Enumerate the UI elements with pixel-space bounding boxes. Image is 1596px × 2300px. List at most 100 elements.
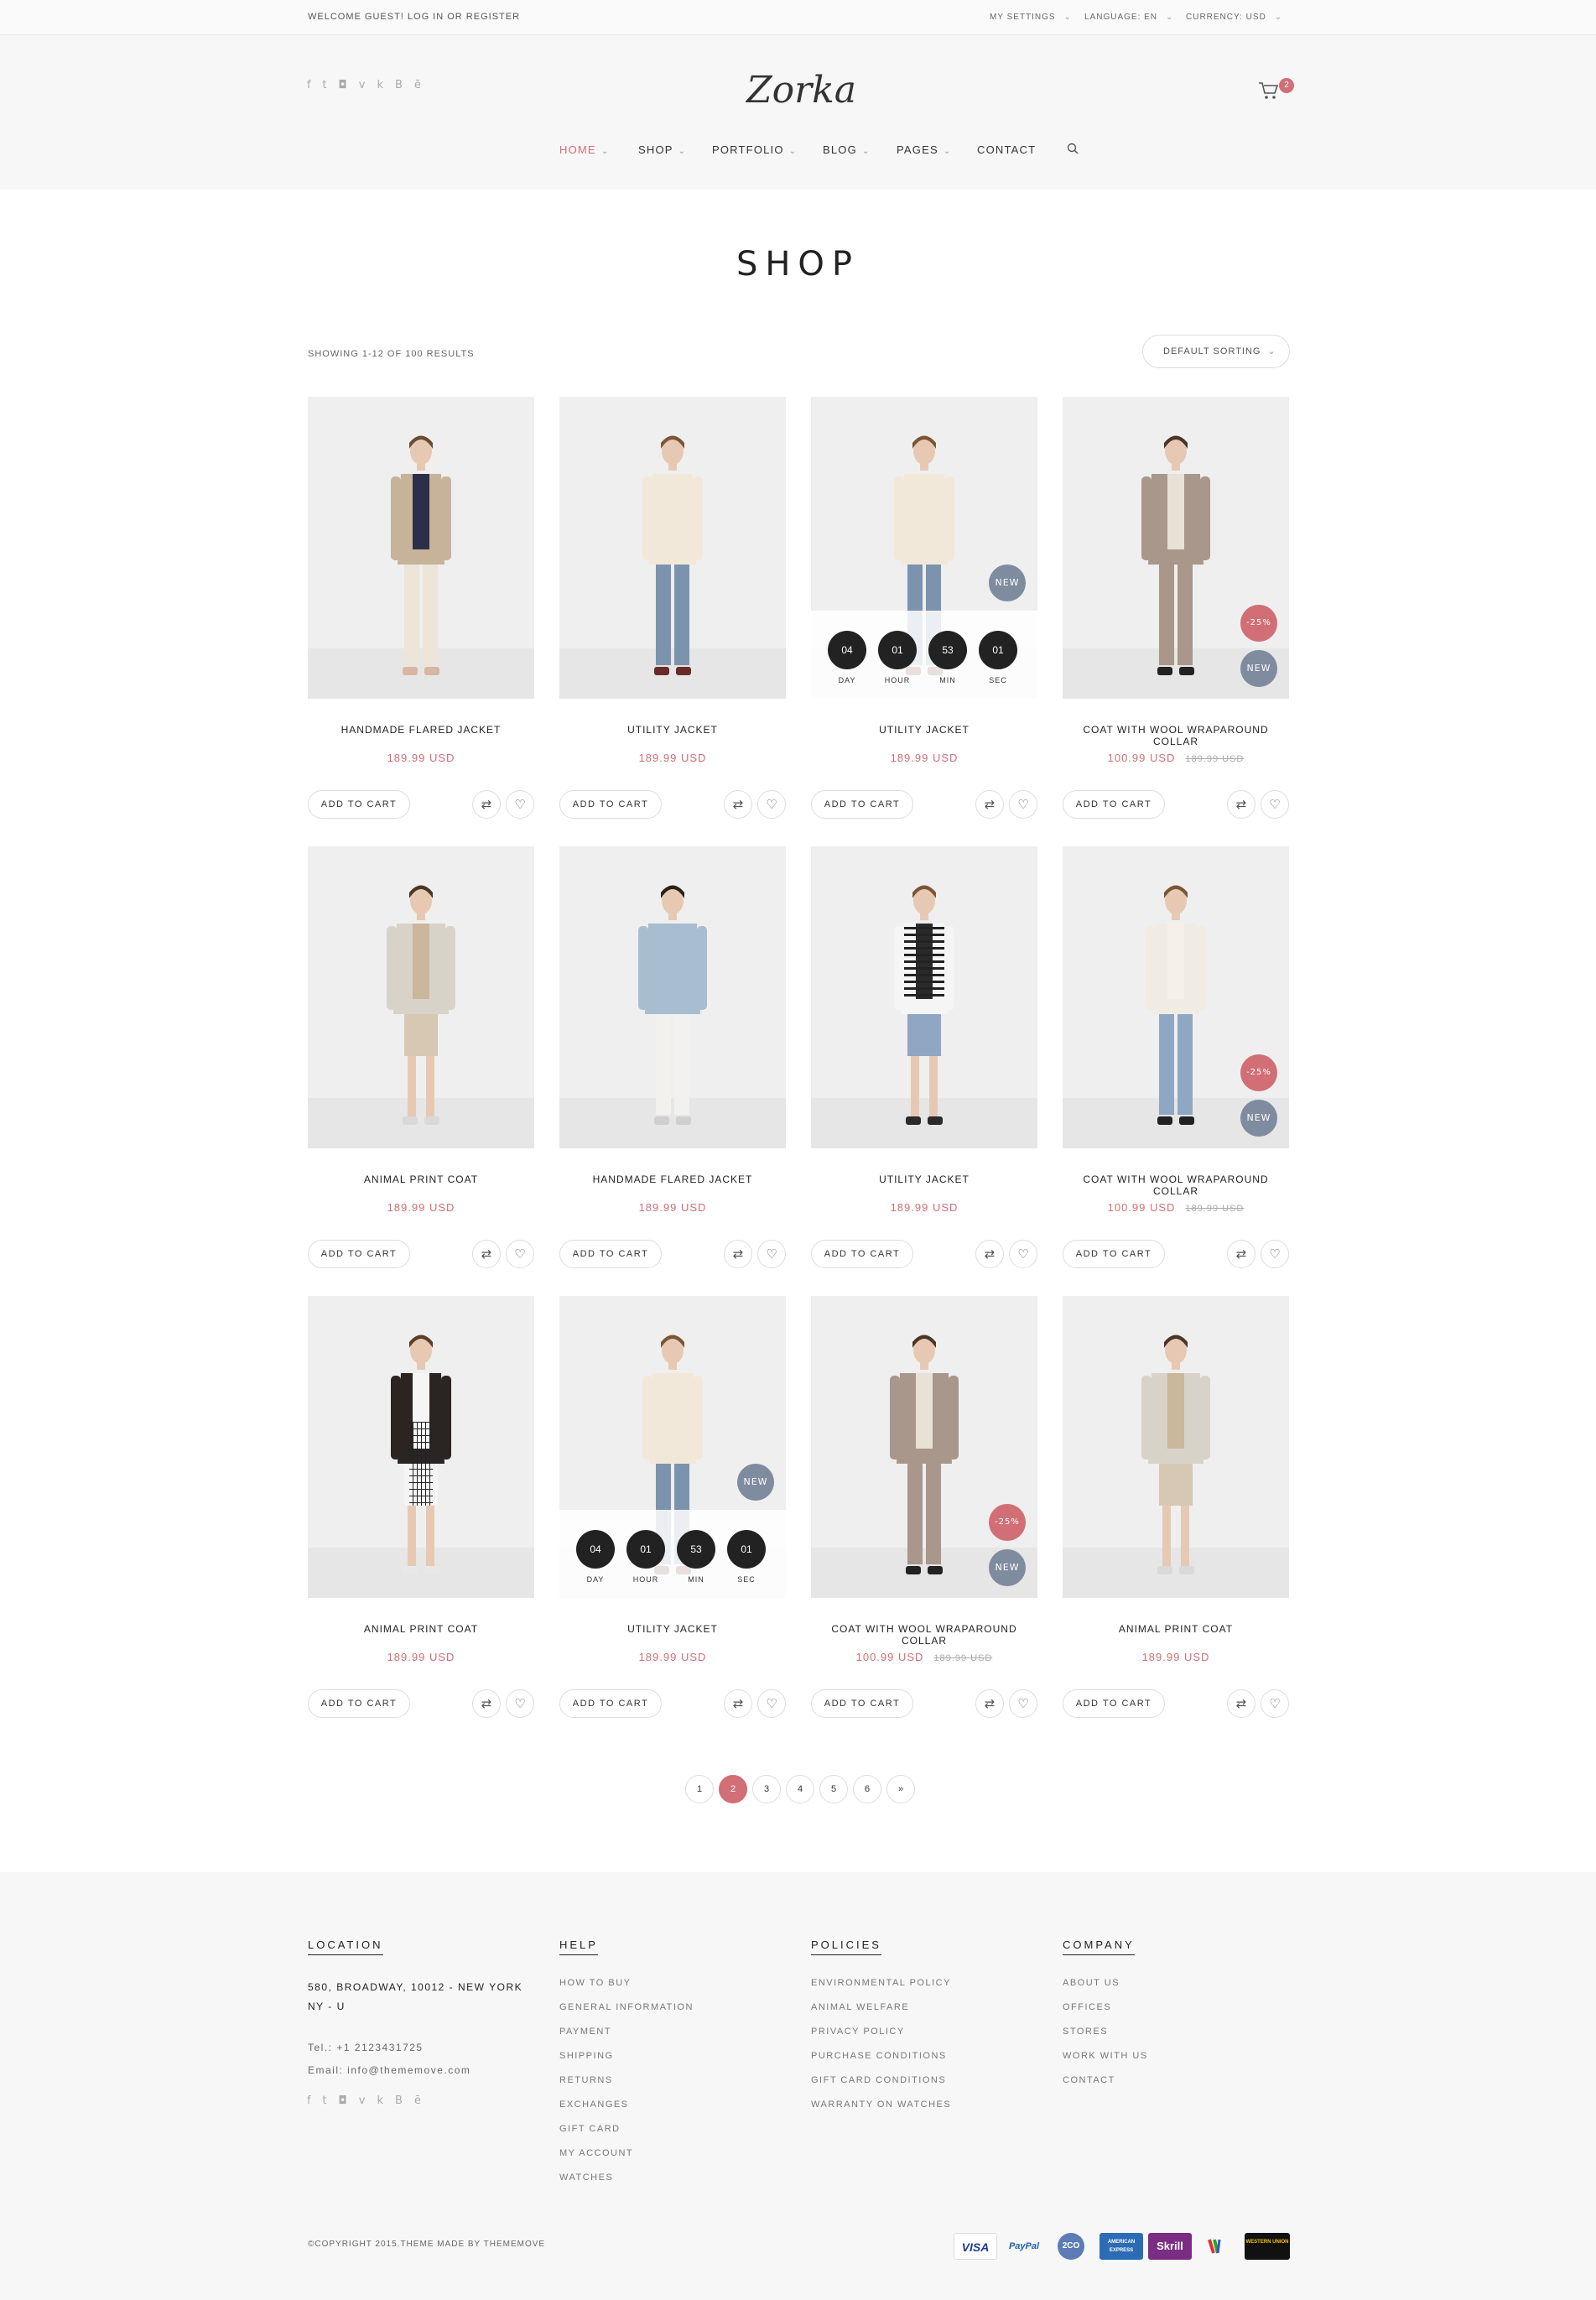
welcome-login-link[interactable]: WELCOME GUEST! LOG IN OR REGISTER [308, 12, 520, 22]
product-title[interactable]: UTILITY JACKET [559, 1623, 786, 1635]
add-to-cart-button[interactable]: ADD TO CART [1063, 1240, 1165, 1268]
add-to-cart-button[interactable]: ADD TO CART [308, 790, 410, 819]
behance-icon[interactable]: Bē [395, 79, 433, 91]
twitter-icon[interactable]: t [322, 2094, 338, 2107]
product-image[interactable]: -25% NEW [811, 1296, 1037, 1598]
product-title[interactable]: UTILITY JACKET [811, 724, 1037, 736]
footer-help-link[interactable]: EXCHANGES [559, 2100, 629, 2110]
product-image[interactable] [811, 846, 1037, 1148]
footer-policies-link[interactable]: GIFT CARD CONDITIONS [811, 2075, 946, 2085]
nav-pages[interactable]: PAGES ⌄ [897, 143, 951, 156]
product-title[interactable]: COAT WITH WOOL WRAPAROUND COLLAR [1063, 724, 1289, 747]
wishlist-button[interactable]: ♡ [1261, 1689, 1289, 1718]
nav-portfolio[interactable]: PORTFOLIO ⌄ [712, 143, 797, 156]
instagram-icon[interactable]: ◘ [338, 79, 358, 91]
product-title[interactable]: UTILITY JACKET [811, 1173, 1037, 1185]
footer-policies-link[interactable]: PRIVACY POLICY [811, 2027, 905, 2037]
add-to-cart-button[interactable]: ADD TO CART [811, 790, 913, 819]
wishlist-button[interactable]: ♡ [1261, 790, 1289, 819]
product-image[interactable] [308, 846, 534, 1148]
compare-button[interactable]: ⇄ [472, 1689, 501, 1718]
facebook-icon[interactable]: f [307, 79, 322, 91]
add-to-cart-button[interactable]: ADD TO CART [559, 1689, 662, 1718]
product-image[interactable] [308, 1296, 534, 1598]
footer-policies-link[interactable]: ANIMAL WELFARE [811, 2002, 909, 2012]
nav-blog[interactable]: BLOG ⌄ [823, 143, 871, 156]
footer-company-link[interactable]: CONTACT [1063, 2075, 1115, 2085]
add-to-cart-button[interactable]: ADD TO CART [1063, 1689, 1165, 1718]
footer-policies-link[interactable]: PURCHASE CONDITIONS [811, 2051, 947, 2061]
behance-icon[interactable]: Bē [395, 2094, 433, 2107]
nav-contact[interactable]: CONTACT [977, 143, 1036, 156]
product-image[interactable]: 04 DAY 01 HOUR 53 MIN 01 SEC NEW [559, 1296, 786, 1598]
language-dropdown[interactable]: LANGUAGE: EN ⌄ [1084, 13, 1173, 22]
vk-icon[interactable]: vk [359, 79, 395, 91]
add-to-cart-button[interactable]: ADD TO CART [308, 1240, 410, 1268]
sort-dropdown[interactable]: DEFAULT SORTING ⌄ [1142, 335, 1290, 368]
facebook-icon[interactable]: f [307, 2094, 322, 2107]
product-image[interactable]: 04 DAY 01 HOUR 53 MIN 01 SEC NEW [811, 397, 1037, 699]
product-title[interactable]: UTILITY JACKET [559, 724, 786, 736]
add-to-cart-button[interactable]: ADD TO CART [1063, 790, 1165, 819]
footer-policies-link[interactable]: WARRANTY ON WATCHES [811, 2100, 951, 2110]
product-title[interactable]: HANDMADE FLARED JACKET [559, 1173, 786, 1185]
footer-company-link[interactable]: OFFICES [1063, 2002, 1111, 2012]
vk-icon[interactable]: vk [359, 2094, 395, 2107]
wishlist-button[interactable]: ♡ [1009, 1689, 1037, 1718]
add-to-cart-button[interactable]: ADD TO CART [308, 1689, 410, 1718]
my-settings-dropdown[interactable]: MY SETTINGS ⌄ [990, 13, 1072, 22]
wishlist-button[interactable]: ♡ [506, 1240, 534, 1268]
instagram-icon[interactable]: ◘ [338, 2094, 358, 2107]
product-title[interactable]: HANDMADE FLARED JACKET [308, 724, 534, 736]
footer-company-link[interactable]: WORK WITH US [1063, 2051, 1148, 2061]
cart-icon[interactable] [1258, 81, 1280, 105]
twitter-icon[interactable]: t [322, 79, 338, 91]
compare-button[interactable]: ⇄ [472, 790, 501, 819]
product-title[interactable]: ANIMAL PRINT COAT [308, 1173, 534, 1185]
wishlist-button[interactable]: ♡ [757, 1240, 786, 1268]
footer-email[interactable]: Email: info@thememove.com [308, 2064, 470, 2076]
wishlist-button[interactable]: ♡ [757, 790, 786, 819]
compare-button[interactable]: ⇄ [724, 790, 752, 819]
footer-help-link[interactable]: SHIPPING [559, 2051, 614, 2061]
product-title[interactable]: ANIMAL PRINT COAT [308, 1623, 534, 1635]
product-title[interactable]: COAT WITH WOOL WRAPAROUND COLLAR [1063, 1173, 1289, 1197]
product-title[interactable]: ANIMAL PRINT COAT [1063, 1623, 1289, 1635]
wishlist-button[interactable]: ♡ [1009, 790, 1037, 819]
page-button[interactable]: 2 [719, 1775, 747, 1803]
next-page-button[interactable]: » [886, 1775, 915, 1803]
product-image[interactable] [1063, 1296, 1289, 1598]
add-to-cart-button[interactable]: ADD TO CART [559, 1240, 662, 1268]
page-button[interactable]: 4 [786, 1775, 814, 1803]
compare-button[interactable]: ⇄ [975, 1240, 1004, 1268]
compare-button[interactable]: ⇄ [975, 790, 1004, 819]
product-image[interactable]: -25% NEW [1063, 397, 1289, 699]
wishlist-button[interactable]: ♡ [1009, 1240, 1037, 1268]
footer-help-link[interactable]: RETURNS [559, 2075, 613, 2085]
product-image[interactable]: -25% NEW [1063, 846, 1289, 1148]
currency-dropdown[interactable]: CURRENCY: USD ⌄ [1186, 13, 1282, 22]
footer-help-link[interactable]: WATCHES [559, 2173, 613, 2183]
footer-help-link[interactable]: PAYMENT [559, 2027, 611, 2037]
compare-button[interactable]: ⇄ [724, 1689, 752, 1718]
compare-button[interactable]: ⇄ [1227, 1240, 1255, 1268]
compare-button[interactable]: ⇄ [1227, 790, 1255, 819]
add-to-cart-button[interactable]: ADD TO CART [811, 1689, 913, 1718]
product-image[interactable] [308, 397, 534, 699]
product-image[interactable] [559, 397, 786, 699]
page-button[interactable]: 5 [819, 1775, 848, 1803]
search-icon[interactable] [1067, 143, 1079, 159]
compare-button[interactable]: ⇄ [975, 1689, 1004, 1718]
page-button[interactable]: 3 [752, 1775, 781, 1803]
footer-company-link[interactable]: STORES [1063, 2027, 1108, 2037]
logo[interactable]: Zorka [738, 60, 864, 119]
footer-help-link[interactable]: HOW TO BUY [559, 1978, 632, 1988]
footer-help-link[interactable]: MY ACCOUNT [559, 2148, 633, 2158]
footer-help-link[interactable]: GENERAL INFORMATION [559, 2002, 694, 2012]
compare-button[interactable]: ⇄ [472, 1240, 501, 1268]
wishlist-button[interactable]: ♡ [1261, 1240, 1289, 1268]
footer-company-link[interactable]: ABOUT US [1063, 1978, 1120, 1988]
add-to-cart-button[interactable]: ADD TO CART [559, 790, 662, 819]
product-image[interactable] [559, 846, 786, 1148]
nav-shop[interactable]: SHOP ⌄ [638, 143, 686, 156]
